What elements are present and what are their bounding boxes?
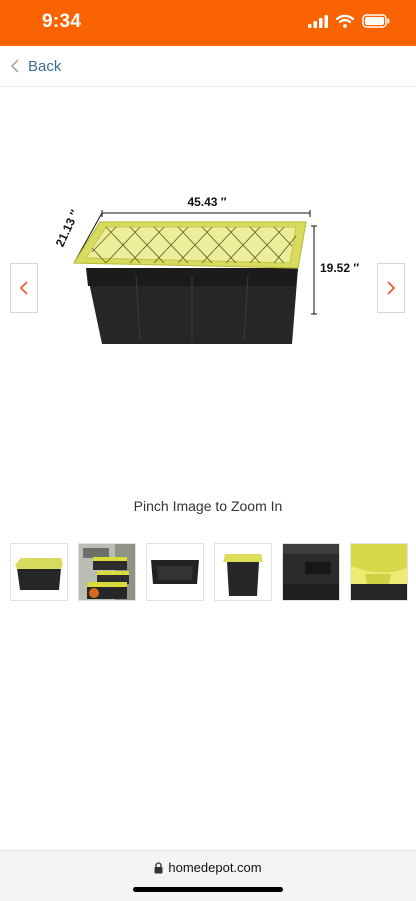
height-label: 19.52 ″ <box>320 261 359 275</box>
next-image-button[interactable] <box>377 263 405 313</box>
back-label: Back <box>28 57 62 75</box>
depth-label: 21.13 ″ <box>56 207 82 249</box>
thumbnail-lid-latch-closeup[interactable] <box>350 543 408 601</box>
tote-side-thumbnail-image <box>15 558 63 590</box>
garage-thumbnail-image <box>79 544 135 600</box>
status-icons <box>308 14 390 28</box>
thumbnail-tote-front-view[interactable] <box>146 543 204 601</box>
zoom-hint: Pinch Image to Zoom In <box>133 498 283 514</box>
product-image[interactable]: 45.43 ″ 21.13 ″ 19.52 ″ <box>56 186 360 354</box>
tote-lid-inner <box>85 226 297 264</box>
tote-front-thumbnail-image <box>151 560 199 584</box>
url-text: homedepot.com <box>168 860 262 875</box>
url-display: homedepot.com <box>0 860 416 875</box>
chevron-right-icon <box>387 281 396 295</box>
lid-latch-thumbnail-image <box>351 544 407 600</box>
previous-image-button[interactable] <box>10 263 38 313</box>
thumbnail-tote-end-view[interactable] <box>214 543 272 601</box>
handle-closeup-thumbnail-image <box>283 544 339 600</box>
lock-icon <box>154 861 163 873</box>
status-time: 9:34 <box>42 11 82 32</box>
nav-bar: Back <box>0 46 416 87</box>
back-button[interactable]: Back <box>10 54 61 78</box>
status-bar: 9:34 <box>0 0 416 46</box>
thumbnail-tote-handle-closeup[interactable] <box>282 543 340 601</box>
wifi-icon <box>336 14 354 28</box>
browser-address-bar[interactable]: homedepot.com <box>0 850 416 901</box>
tote-end-thumbnail-image <box>223 554 263 596</box>
length-label: 45.43 ″ <box>187 195 226 209</box>
battery-icon <box>362 14 390 28</box>
chevron-left-icon <box>10 59 19 73</box>
home-indicator[interactable] <box>133 887 283 892</box>
chevron-left-icon <box>19 281 28 295</box>
signal-icon <box>308 14 328 28</box>
thumbnail-totes-in-garage[interactable] <box>78 543 136 601</box>
thumbnail-tote-side-view[interactable] <box>10 543 68 601</box>
